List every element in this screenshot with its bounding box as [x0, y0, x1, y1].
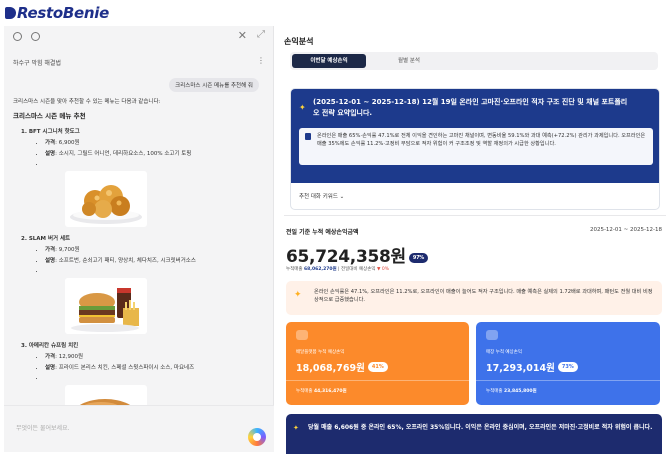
divider	[476, 380, 660, 381]
card-footer: 누적매출 23,845,800원	[486, 389, 537, 394]
menu-item-desc: 설명: 소프트번, 순쇠고기 패티, 양상치, 체다치즈, 시크릿버거소스	[45, 257, 265, 265]
card-value: 18,068,769원 41%	[296, 360, 388, 374]
assistant-intro: 크리스마스 시즌을 맞아 추천할 수 있는 메뉴는 다음과 같습니다:	[13, 99, 161, 105]
summary-card: ✦ (2025-12-01 ~ 2025-12-18) 12월 19일 온라인 …	[290, 88, 660, 210]
card-label: 배달플랫폼 누적 예상손익	[296, 350, 345, 355]
cumulative-subline: 누적매출 68,062,270원 | 전일대비 예상손익 ▼ 0%	[286, 267, 390, 272]
sparkle-icon: ✦	[294, 290, 302, 300]
expand-icon[interactable]: ⤢	[257, 29, 265, 40]
card-badge: 41%	[367, 362, 388, 372]
menu-item-desc: 설명: 프라이드 본리스 치킨, 스페셜 스윗스파이시 소스, 마요네즈	[45, 364, 265, 372]
store-icon	[486, 330, 498, 340]
date-range[interactable]: 2025-12-01 ~ 2025-12-18	[590, 227, 662, 233]
card-badge: 73%	[557, 362, 578, 372]
summary-header: ✦ (2025-12-01 ~ 2025-12-18) 12월 19일 온라인 …	[291, 89, 659, 183]
menu-item-title: 3. 아메리칸 슈프림 치킨	[21, 343, 79, 349]
delivery-icon	[296, 330, 308, 340]
page-title: 손익분석	[284, 37, 314, 46]
assistant-orb-icon[interactable]	[248, 428, 266, 446]
summary-title: (2025-12-01 ~ 2025-12-18) 12월 19일 온라인 고마…	[313, 98, 628, 117]
menu-item-price: 가격: 12,900원	[45, 353, 265, 361]
divider	[286, 380, 469, 381]
more-menu-icon[interactable]: ⋮	[257, 56, 265, 65]
card-label: 매장 누적 예상손익	[486, 350, 522, 355]
card-footer: 누적매출 44,316,470원	[296, 389, 347, 394]
cumulative-label: 전일 기준 누적 예상손익금액	[286, 229, 359, 236]
bottom-insight-banner: ✦ 당월 매출 6,606원 중 온라인 65%, 오프라인 35%입니다. 이…	[286, 414, 662, 454]
burger-set-image	[65, 278, 147, 334]
analysis-panel: 손익분석 이번달 예상손익 월별 분석 ✦ (2025-12-01 ~ 2025…	[284, 26, 666, 452]
brand-name: RestoBenie	[17, 4, 109, 22]
top-bar: RestoBenie	[0, 0, 670, 26]
menu-item-image-bullet	[45, 160, 265, 168]
menu-item-price: 가격: 9,700원	[45, 246, 265, 254]
fried-chicken-image	[65, 171, 147, 227]
close-icon[interactable]: ✕	[238, 29, 247, 42]
banner-text: 당월 매출 6,606원 중 온라인 65%, 오프라인 35%입니다. 이익은…	[308, 424, 653, 431]
user-message-bubble: 크리스마스 시즌 메뉴를 추천해 줘	[169, 78, 259, 92]
insight-box: ✦ 온라인 손익률은 47.1%, 오프라인은 11.2%로, 오프라인이 매출…	[286, 281, 662, 315]
chat-input[interactable]: 무엇이든 물어보세요.	[16, 423, 70, 432]
logo-icon	[5, 7, 16, 19]
info-icon[interactable]	[31, 32, 40, 41]
delivery-profit-card: 배달플랫폼 누적 예상손익 18,068,769원 41% 누적매출 44,316…	[286, 322, 469, 405]
menu-item-title: 1. BFT 시그니처 핫도그	[21, 129, 80, 135]
store-profit-card: 매장 누적 예상손익 17,293,014원 73% 누적매출 23,845,80…	[476, 322, 660, 405]
achievement-badge: 97%	[408, 253, 428, 263]
menu-item-desc: 설명: 소시지, 그릴드 어니언, 데리하요소스, 100% 소고기 토핑	[45, 150, 265, 158]
assistant-message: 크리스마스 시즌을 맞아 추천할 수 있는 메뉴는 다음과 같습니다: 크리스마…	[13, 98, 265, 449]
chat-panel: ✕ ⤢ 하수구 막힘 해결법 ⋮ 크리스마스 시즌 메뉴를 추천해 줘 크리스마…	[4, 26, 274, 452]
chevron-down-icon: ⌄	[339, 194, 345, 200]
chat-header: ✕ ⤢	[4, 26, 273, 48]
menu-item: 1. BFT 시그니처 핫도그 가격: 6,900원 설명: 소시지, 그릴드 …	[21, 128, 265, 227]
sparkle-icon: ✦	[299, 103, 306, 112]
insight-text: 온라인 손익률은 47.1%, 오프라인은 11.2%로, 오프라인이 매출이 …	[314, 289, 653, 304]
cumulative-section: 전일 기준 누적 예상손익금액 2025-12-01 ~ 2025-12-18 …	[284, 215, 666, 435]
history-icon[interactable]	[13, 32, 22, 41]
recommended-keywords-toggle[interactable]: 추천 대화 키워드 ⌄	[299, 192, 344, 200]
menu-item-image-bullet	[45, 267, 265, 275]
card-value: 17,293,014원 73%	[486, 360, 578, 374]
recommendation-heading: 크리스마스 시즌 메뉴 추천	[13, 112, 86, 121]
session-title: 하수구 막힘 해결법	[13, 60, 61, 67]
chat-input-area: 무엇이든 물어보세요.	[4, 405, 274, 452]
brand-logo[interactable]: RestoBenie	[5, 4, 109, 22]
summary-body: 온라인은 매출 65%·손익률 47.1%로 전체 이익을 견인하는 고마진 채…	[299, 128, 653, 165]
cumulative-value: 65,724,358원 97%	[286, 242, 428, 267]
menu-item-image-bullet	[45, 374, 265, 382]
menu-item-price: 가격: 6,900원	[45, 139, 265, 147]
tab-monthly-analysis[interactable]: 월별 분석	[384, 54, 434, 68]
document-icon	[305, 133, 311, 140]
sparkle-icon: ✦	[293, 424, 299, 432]
tab-monthly-forecast[interactable]: 이번달 예상손익	[292, 54, 366, 68]
menu-item: 2. SLAM 버거 세트 가격: 9,700원 설명: 소프트번, 순쇠고기 …	[21, 235, 265, 334]
tab-bar: 이번달 예상손익 월별 분석	[290, 52, 658, 70]
menu-item-title: 2. SLAM 버거 세트	[21, 236, 71, 242]
